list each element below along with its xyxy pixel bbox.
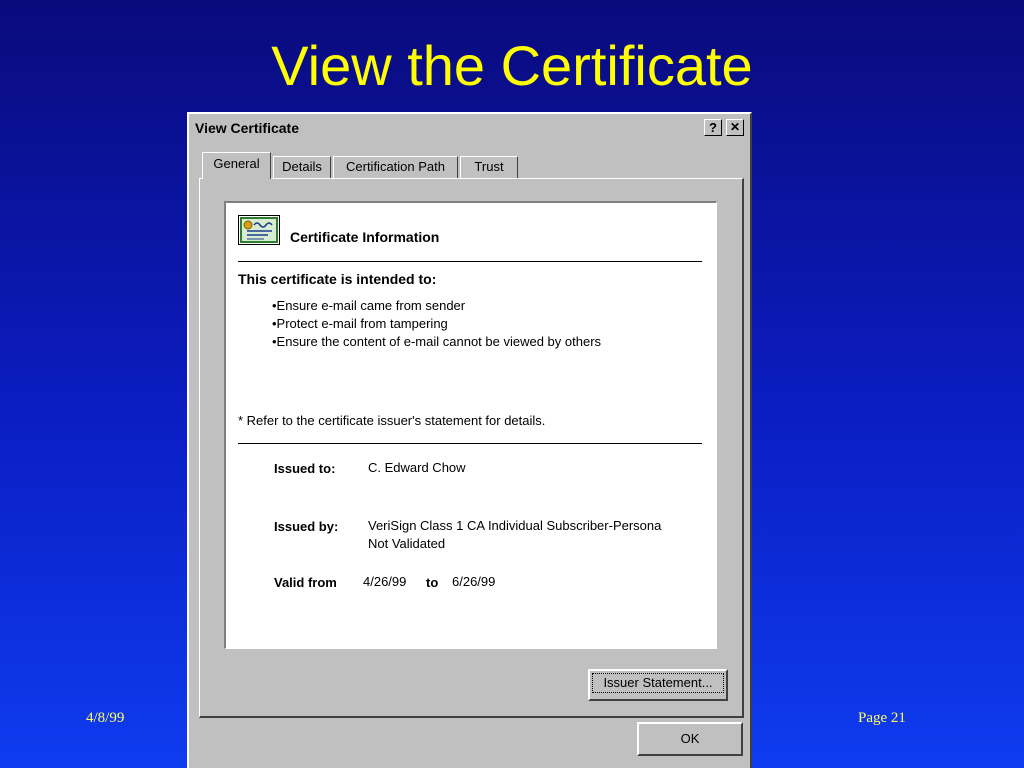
issued-to-value: C. Edward Chow <box>368 460 466 475</box>
issued-by-value-line1: VeriSign Class 1 CA Individual Subscribe… <box>368 518 662 533</box>
issuer-statement-button[interactable]: Issuer Statement... <box>588 669 728 701</box>
dialog-titlebar[interactable]: View Certificate ? ✕ <box>191 116 748 140</box>
valid-from-label: Valid from <box>274 575 337 590</box>
issued-by-label: Issued by: <box>274 519 339 534</box>
divider <box>238 443 702 444</box>
help-button[interactable]: ? <box>704 119 722 136</box>
slide-title: View the Certificate <box>271 34 753 97</box>
purpose-list: •Ensure e-mail came from sender •Protect… <box>272 297 601 351</box>
issuer-footnote: * Refer to the certificate issuer's stat… <box>238 413 546 428</box>
slide-page-number: Page 21 <box>858 710 906 726</box>
intended-heading: This certificate is intended to: <box>238 271 437 287</box>
divider <box>238 261 702 262</box>
valid-to-label: to <box>426 575 439 590</box>
close-button[interactable]: ✕ <box>726 119 744 136</box>
ok-button[interactable]: OK <box>637 722 743 756</box>
list-item: •Ensure e-mail came from sender <box>272 298 466 313</box>
tab-general[interactable]: General <box>202 152 271 179</box>
tab-trust[interactable]: Trust <box>460 156 518 178</box>
certificate-info-box: Certificate Information This certificate… <box>224 201 717 649</box>
issued-to-label: Issued to: <box>274 461 336 476</box>
slide-date: 4/8/99 <box>86 710 125 726</box>
valid-from-value: 4/26/99 <box>363 574 407 589</box>
view-certificate-dialog: View Certificate ? ✕ General Details Cer… <box>187 112 752 768</box>
tab-details[interactable]: Details <box>273 156 331 178</box>
valid-to-value: 6/26/99 <box>452 574 496 589</box>
general-tab-panel: Certificate Information This certificate… <box>199 178 744 718</box>
tab-certification-path[interactable]: Certification Path <box>333 156 458 178</box>
certificate-icon <box>238 215 280 245</box>
issuer-statement-label: Issuer Statement... <box>592 673 724 693</box>
certificate-info-title: Certificate Information <box>290 229 440 245</box>
list-item: •Ensure the content of e-mail cannot be … <box>272 334 602 349</box>
dialog-title: View Certificate <box>195 120 300 136</box>
list-item: •Protect e-mail from tampering <box>272 316 448 331</box>
issued-by-value-line2: Not Validated <box>368 536 446 551</box>
